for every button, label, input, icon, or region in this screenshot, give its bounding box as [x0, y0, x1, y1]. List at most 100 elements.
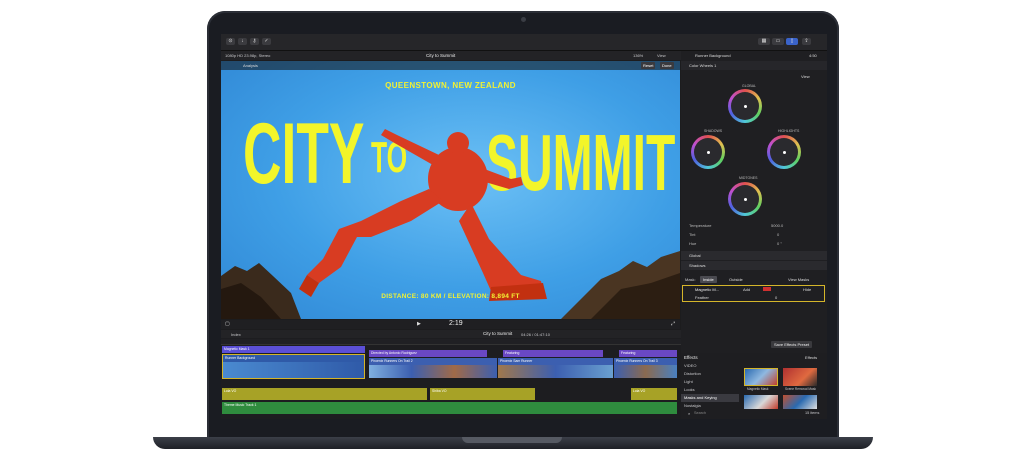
runner-silhouette	[299, 129, 547, 301]
zoom-level[interactable]: 136%	[633, 53, 643, 58]
effect-thumb-3[interactable]	[744, 395, 778, 409]
category-looks[interactable]: Looks	[681, 386, 739, 394]
inside-button[interactable]: Inside	[700, 276, 717, 283]
clip-phoenix-trail-3[interactable]: Phoenix Runners On Trail 3	[614, 358, 677, 378]
param-temperature[interactable]: Temperature 5000.0	[685, 223, 823, 231]
viewer[interactable]: Analysis Reset Done QUEENSTOWN, NEW ZEAL…	[221, 61, 680, 319]
effect-thumb-label: Magnetic Mask	[747, 387, 769, 391]
clip-directed-by[interactable]: Directed by Antonio Rodriguez	[369, 350, 487, 357]
search-icon: ⌕	[688, 411, 691, 416]
timeline: Index City to Summit 04:26 / 01:47:10 Ma…	[221, 330, 681, 419]
mask-name: Magnetic M...	[695, 287, 720, 292]
project-title: City to Summit	[426, 53, 456, 58]
param-tint[interactable]: Tint 0	[685, 232, 823, 240]
keyword-icon[interactable]: ⚷	[250, 38, 259, 45]
section-shadows[interactable]: Shadows	[681, 261, 827, 270]
midtones-color-wheel[interactable]	[728, 182, 762, 216]
clip-phoenix-trail-2[interactable]: Phoenix Runners On Trail 2	[369, 358, 497, 378]
view-masks-menu[interactable]: View Masks	[788, 277, 809, 282]
param-label: Tint	[689, 232, 696, 237]
effects-header-right: Effects	[805, 355, 818, 360]
timeline-toggle-icon[interactable]: ▭	[772, 38, 784, 45]
index-button[interactable]: Index	[231, 332, 241, 337]
clip-label: Runner Background	[223, 355, 364, 362]
library-icon[interactable]: ⊙	[226, 38, 235, 45]
effects-count: 15 items	[805, 411, 820, 415]
effect-thumb-scene-removal-mask[interactable]	[783, 368, 817, 386]
param-value[interactable]: 0 °	[777, 241, 782, 246]
share-icon[interactable]: ⇪	[802, 38, 811, 45]
format-info: 1080p HD 23.98p, Stereo	[225, 53, 271, 58]
background-tasks-icon[interactable]: ✓	[262, 38, 271, 45]
category-distortion[interactable]: Distortion	[681, 370, 739, 378]
effect-thumb-4[interactable]	[783, 395, 817, 409]
mask-row: Mask: Inside Outside View Masks	[681, 275, 827, 284]
inspector-view-menu[interactable]: View	[801, 74, 810, 79]
mask-color-swatch[interactable]	[763, 287, 771, 291]
effect-thumb-magnetic-mask[interactable]	[744, 368, 778, 386]
clip-magnetic-mask[interactable]: Magnetic Mask 1	[222, 346, 365, 353]
toolbar: ⊙ ↓ ⚷ ✓ ▦ ▭ ▯ ⇪	[221, 34, 827, 51]
mask-label: Mask:	[685, 277, 696, 282]
audio-shiba-vo[interactable]: Shiba VO	[430, 388, 535, 400]
audio-lola-vo-2[interactable]: Lola VO	[631, 388, 677, 400]
inspector: Runner Background 4:50 Color Wheels 1 Vi…	[681, 51, 827, 353]
global-color-wheel[interactable]	[728, 89, 762, 123]
fullscreen-icon[interactable]: ⤢	[671, 321, 675, 327]
timecode: 2:19	[449, 320, 463, 327]
param-label: Temperature	[689, 223, 712, 228]
import-icon[interactable]: ↓	[238, 38, 247, 45]
camera	[521, 17, 526, 22]
add-button[interactable]: Add	[743, 287, 750, 292]
clip-featuring-2[interactable]: Featuring	[619, 350, 677, 357]
poster-caption: DISTANCE: 80 KM / ELEVATION: 8,894 FT	[381, 293, 520, 300]
clip-duration: 4:50	[809, 53, 817, 58]
effects-header: Effects	[684, 355, 698, 360]
effects-browser: Effects Effects VIDEO Distortion Light L…	[681, 353, 827, 419]
param-hue[interactable]: Hue 0 °	[685, 241, 823, 249]
effect-header: Color Wheels 1	[681, 61, 827, 70]
timeline-project-title: City to Summit	[483, 331, 513, 336]
play-icon[interactable]: ▶	[417, 321, 421, 327]
clip-featuring-1[interactable]: Featuring	[503, 350, 603, 357]
browser-toggle-icon[interactable]: ▦	[758, 38, 770, 45]
effect-thumb-label: Scene Removal Mask	[785, 387, 817, 391]
app-window: ⊙ ↓ ⚷ ✓ ▦ ▭ ▯ ⇪ 1080p HD 23.98p, Stereo …	[221, 34, 827, 419]
category-light[interactable]: Light	[681, 378, 739, 386]
clip-name: Runner Background	[695, 53, 731, 58]
clip-phoenix-sam-runner[interactable]: Phoenix Sam Runner	[498, 358, 613, 378]
shadows-color-wheel[interactable]	[691, 135, 725, 169]
magnetic-mask-panel[interactable]: Magnetic M... Add Hide Feather 0	[682, 285, 825, 302]
timeline-ruler[interactable]	[221, 339, 681, 345]
clip-label: Phoenix Sam Runner	[498, 358, 613, 365]
category-masks-and-keying[interactable]: Masks and Keying	[681, 394, 739, 402]
outside-button[interactable]: Outside	[726, 276, 746, 283]
audio-lola-vo-1[interactable]: Lola VO	[222, 388, 427, 400]
param-label: Hue	[689, 241, 697, 246]
transform-icon[interactable]: ▢	[225, 321, 230, 327]
clip-label: Phoenix Runners On Trail 3	[614, 358, 677, 365]
param-value[interactable]: 5000.0	[771, 223, 783, 228]
wheel-label-global: GLOBAL	[742, 84, 757, 88]
category-nostalgia[interactable]: Nostalgia	[681, 402, 739, 410]
hide-button[interactable]: Hide	[803, 287, 811, 292]
clip-runner-background[interactable]: Runner Background	[222, 354, 365, 379]
clip-label: Phoenix Runners On Trail 2	[369, 358, 497, 365]
feather-value[interactable]: 0	[775, 295, 777, 300]
effects-search-input[interactable]: Search	[694, 411, 706, 415]
section-global[interactable]: Global	[681, 251, 827, 260]
effect-name[interactable]: Color Wheels 1	[689, 63, 716, 68]
audio-theme-music[interactable]: Theme Music Track 1	[222, 402, 677, 414]
view-menu[interactable]: View	[657, 53, 666, 58]
section-label: Shadows	[689, 263, 706, 268]
timeline-duration: 04:26 / 01:47:10	[521, 332, 550, 337]
highlights-color-wheel[interactable]	[767, 135, 801, 169]
category-video[interactable]: VIDEO	[681, 362, 739, 370]
effects-category-list: VIDEO Distortion Light Looks Masks and K…	[681, 362, 739, 410]
laptop-notch	[462, 437, 562, 443]
inspector-toggle-icon[interactable]: ▯	[786, 38, 798, 45]
save-effects-preset-button[interactable]: Save Effects Preset	[771, 341, 813, 348]
param-value[interactable]: 0	[777, 232, 779, 237]
wheel-label-shadows: SHADOWS	[704, 129, 723, 133]
timeline-header: Index City to Summit 04:26 / 01:47:10	[221, 330, 681, 338]
